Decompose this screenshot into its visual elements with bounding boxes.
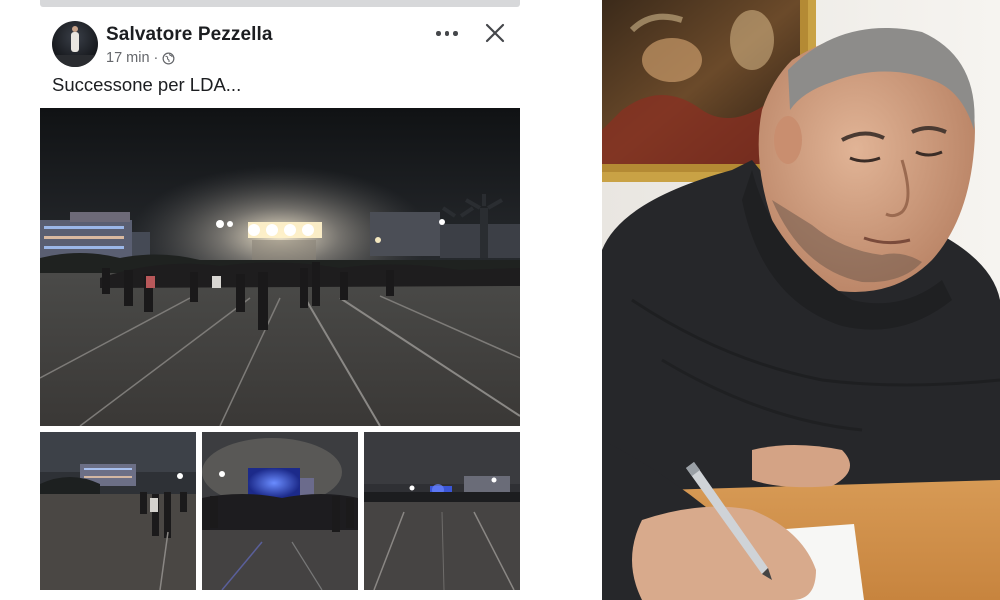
concert-photo-thumb-3[interactable] [364,432,520,590]
author-avatar[interactable] [52,21,98,67]
post-meta: 17 min · [106,50,175,66]
previous-post-edge [40,0,520,7]
post-time[interactable]: 17 min [106,50,150,66]
more-options-icon[interactable] [434,22,460,44]
concert-photo-main[interactable] [40,108,520,426]
close-icon[interactable] [482,20,508,46]
author-name[interactable]: Salvatore Pezzella [106,24,273,46]
portrait-photo [602,0,1000,600]
concert-photo-thumb-1[interactable] [40,432,196,590]
social-post: Salvatore Pezzella 17 min · Successone p… [0,0,600,600]
post-caption: Successone per LDA... [52,74,242,95]
concert-photo-thumb-2[interactable] [202,432,358,590]
globe-icon [162,52,175,64]
meta-separator: · [153,50,159,66]
